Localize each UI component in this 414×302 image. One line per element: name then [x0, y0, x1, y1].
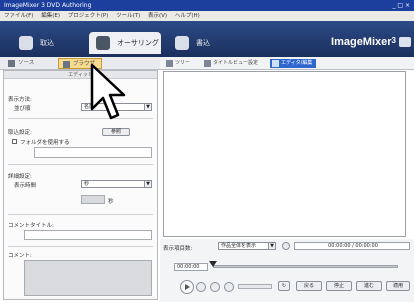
apply-button[interactable]: 適用	[386, 281, 410, 291]
display-count-label: 表示項目数:	[163, 246, 193, 252]
divider	[8, 214, 153, 215]
disc-write-icon	[175, 36, 189, 50]
menu-project[interactable]: プロジェクト(P)	[68, 13, 109, 19]
duration-unit: 秒	[108, 199, 114, 205]
rewind-icon[interactable]	[210, 282, 220, 292]
toolbar-title-view[interactable]: タイトルビュー設定	[202, 59, 258, 68]
browse-button[interactable]: 参照	[102, 128, 130, 136]
tree-icon	[166, 60, 173, 67]
display-method-label: 表示方法:	[8, 97, 32, 103]
use-folder-checkbox[interactable]	[12, 139, 17, 144]
window-title: ImageMixer 3 DVD Authoring	[4, 2, 92, 9]
stop-button[interactable]: 停止	[326, 281, 352, 291]
use-folder-label: フォルダを使用する	[20, 140, 70, 146]
window-title-bar: ImageMixer 3 DVD Authoring _ □ ×	[0, 0, 414, 11]
brand-name: ImageMixer	[331, 36, 392, 48]
brand-logo: ImageMixer3	[331, 36, 396, 48]
preview-area	[163, 71, 406, 237]
toolbar-tree-label: ツリー	[175, 60, 191, 66]
tab-write[interactable]: 書込	[168, 32, 238, 54]
comment-textarea[interactable]	[24, 260, 152, 296]
mouse-pointer-icon	[90, 63, 126, 120]
chevron-down-icon: ▼	[144, 181, 151, 187]
browser-icon	[63, 61, 70, 68]
title-view-icon	[204, 60, 211, 67]
zoom-icon[interactable]	[282, 242, 290, 250]
mode-toolbar: 取込 オーサリング 書込 ImageMixer3	[0, 21, 414, 57]
help-button[interactable]	[399, 37, 411, 47]
tab-import[interactable]: 取込	[12, 32, 82, 54]
edit-panel: エディット 表示方法: 並び順 名前 ▼ 取込設定: 参照 フォルダを使用する …	[3, 70, 158, 300]
chevron-down-icon: ▼	[268, 243, 275, 249]
display-time-label: 表示時間	[14, 183, 37, 189]
menu-view[interactable]: 表示(V)	[148, 13, 167, 19]
display-count-select[interactable]: 作品全体を表示 ▼	[218, 242, 276, 250]
playback-controls: 表示項目数: 作品全体を表示 ▼ 00:00:00 / 00:00:00 00:…	[160, 239, 414, 302]
forward-icon[interactable]	[224, 282, 234, 292]
subtab-source-label: ソース	[18, 60, 35, 66]
toolbar-editor-label: エディタ/編集	[281, 60, 313, 66]
tab-write-label: 書込	[196, 39, 210, 47]
timeline-knob[interactable]	[209, 261, 217, 267]
prev-button[interactable]: 戻る	[296, 281, 322, 291]
duration-stepper[interactable]	[81, 195, 105, 204]
source-icon	[8, 60, 15, 67]
menu-bar: ファイル(F) 編集(E) プロジェクト(P) ツール(T) 表示(V) ヘルプ…	[0, 11, 414, 21]
menu-help[interactable]: ヘルプ(H)	[175, 13, 200, 19]
toolbar-title-view-label: タイトルビュー設定	[213, 60, 259, 66]
editor-icon	[272, 60, 279, 67]
stop-icon[interactable]	[196, 282, 206, 292]
folder-path-field[interactable]	[34, 147, 152, 158]
display-time-select[interactable]: 秒 ▼	[81, 180, 152, 188]
loop-icon[interactable]: ↻	[278, 281, 290, 291]
display-method-sub: 並び順	[14, 106, 31, 112]
tab-authoring[interactable]: オーサリング	[89, 32, 161, 54]
current-time: 00:00:00	[174, 263, 208, 271]
brand-version: 3	[391, 36, 396, 45]
tab-authoring-label: オーサリング	[117, 39, 159, 47]
next-button[interactable]: 進む	[356, 281, 382, 291]
timecode-display: 00:00:00 / 00:00:00	[294, 242, 410, 250]
timeline-slider[interactable]	[213, 265, 398, 268]
divider	[8, 164, 153, 165]
preview-toolbar: ツリー タイトルビュー設定 エディタ/編集	[160, 57, 414, 70]
toolbar-editor[interactable]: エディタ/編集	[270, 59, 317, 68]
menu-tools[interactable]: ツール(T)	[116, 13, 140, 19]
menu-edit[interactable]: 編集(E)	[41, 13, 60, 19]
tab-import-label: 取込	[40, 39, 54, 47]
panel-header: エディット	[4, 71, 157, 79]
play-icon[interactable]	[180, 280, 194, 294]
subtab-source[interactable]: ソース	[4, 58, 54, 69]
comment-title-field[interactable]	[24, 230, 152, 240]
display-time-value: 秒	[84, 181, 90, 187]
left-subtabs: ソース ブラウザ	[0, 57, 160, 70]
toolbar-tree[interactable]: ツリー	[164, 59, 190, 68]
import-setting-label: 取込設定:	[8, 130, 32, 136]
advanced-setting-label: 詳細設定:	[8, 174, 32, 180]
volume-slider[interactable]	[238, 284, 272, 289]
window-controls[interactable]: _ □ ×	[392, 0, 410, 11]
divider	[8, 118, 153, 119]
authoring-icon	[96, 36, 110, 50]
comment-label: コメント:	[8, 253, 32, 259]
menu-file[interactable]: ファイル(F)	[4, 13, 33, 19]
chevron-down-icon: ▼	[144, 104, 151, 110]
divider	[8, 246, 153, 247]
comment-title-label: コメントタイトル:	[8, 223, 54, 229]
display-count-value: 作品全体を表示	[221, 243, 257, 249]
import-icon	[19, 36, 33, 50]
